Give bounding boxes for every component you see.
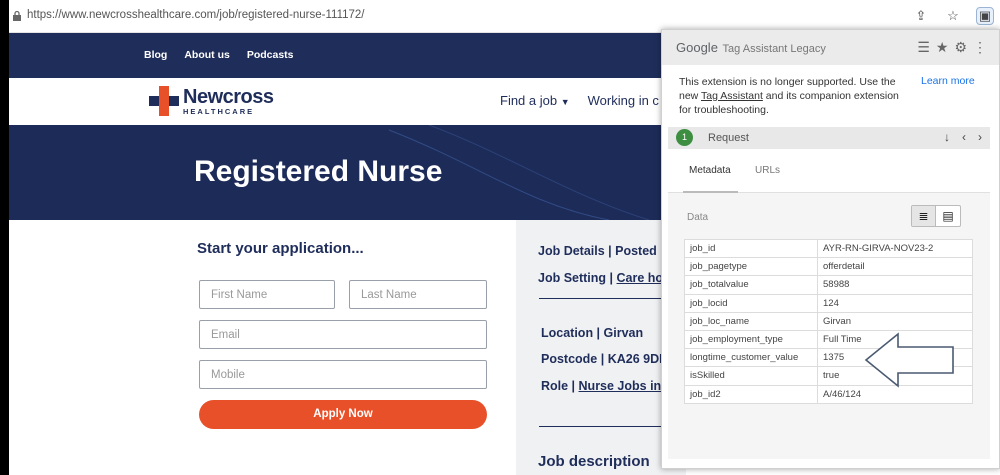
popup-title: Google Tag Assistant Legacy <box>676 40 826 55</box>
postcode-text: Postcode | KA26 9DH <box>541 352 669 366</box>
browser-window: https://www.newcrosshealthcare.com/job/r… <box>9 0 1000 475</box>
table-row: job_id AYR-RN-GIRVA-NOV23-2 <box>684 238 973 259</box>
job-setting-link[interactable]: Care ho <box>617 271 664 285</box>
row-key: job_totalvalue <box>684 275 818 295</box>
download-icon[interactable]: ↓ <box>944 130 950 144</box>
google-brand: Google <box>676 40 718 55</box>
row-key: job_loc_name <box>684 311 818 331</box>
tab-bar: Metadata URLs <box>668 149 990 193</box>
row-key: job_locid <box>684 293 818 313</box>
row-key: job_id2 <box>684 384 818 404</box>
row-key: job_pagetype <box>684 257 818 277</box>
apply-now-button[interactable]: Apply Now <box>199 400 487 429</box>
role-link[interactable]: Nurse Jobs in G <box>579 379 675 393</box>
location-text: Location | Girvan <box>541 326 644 340</box>
learn-more-link[interactable]: Learn more <box>921 75 975 87</box>
nav-link-podcasts[interactable]: Podcasts <box>247 49 294 61</box>
tab-urls[interactable]: URLs <box>755 165 780 176</box>
row-value: 124 <box>817 293 973 313</box>
popup-header: Google Tag Assistant Legacy ☰ ★ ⚙ ⋮ <box>662 30 999 65</box>
url-field[interactable]: https://www.newcrosshealthcare.com/job/r… <box>27 9 365 21</box>
first-name-input[interactable]: First Name <box>199 280 335 309</box>
cross-logo-icon <box>149 86 179 116</box>
request-badge: 1 <box>676 129 693 146</box>
extension-name: Tag Assistant Legacy <box>722 43 826 55</box>
role: Role | Nurse Jobs in G <box>541 379 674 393</box>
menu-find-a-job[interactable]: Find a job ▼ <box>500 93 570 108</box>
request-panel: Metadata URLs Data ≣ ▤ job_id AYR-RN-GIRV… <box>668 149 990 459</box>
job-setting-label: Job Setting | <box>538 271 617 285</box>
newcross-logo[interactable]: Newcross HEALTHCARE <box>149 86 274 116</box>
job-description-heading: Job description <box>538 453 650 470</box>
row-key: job_employment_type <box>684 329 818 350</box>
row-key: isSkilled <box>684 366 818 386</box>
active-tab-indicator <box>683 191 738 193</box>
table-view-icon[interactable]: ▤ <box>936 206 960 226</box>
request-bar[interactable]: 1 Request ↓ ‹ › <box>668 127 990 149</box>
table-row: job_totalvalue 58988 <box>684 275 973 295</box>
logo-sub: HEALTHCARE <box>183 106 255 116</box>
chevron-down-icon: ▼ <box>560 97 570 107</box>
divider <box>539 426 679 427</box>
arrow-left-annotation <box>864 332 954 388</box>
role-label: Role | <box>541 379 579 393</box>
row-key: job_id <box>684 238 818 259</box>
divider <box>539 298 679 299</box>
logo-name: Newcross <box>183 85 274 108</box>
nav-link-about[interactable]: About us <box>184 49 230 61</box>
star-icon[interactable]: ★ <box>936 39 949 56</box>
row-value: AYR-RN-GIRVA-NOV23-2 <box>817 238 973 259</box>
row-value: Girvan <box>817 311 973 331</box>
job-details-heading: Job Details | Posted <box>538 244 657 258</box>
job-setting: Job Setting | Care ho <box>538 271 663 285</box>
page-title: Registered Nurse <box>194 155 443 188</box>
lock-icon <box>13 10 21 21</box>
share-icon[interactable]: ⇪ <box>912 7 930 25</box>
tag-assistant-popup: Google Tag Assistant Legacy ☰ ★ ⚙ ⋮ This… <box>661 29 1000 469</box>
chevron-right-icon[interactable]: › <box>978 130 982 144</box>
data-label: Data <box>687 212 709 223</box>
form-title: Start your application... <box>197 240 364 257</box>
deprecation-notice: This extension is no longer supported. U… <box>679 75 909 117</box>
gear-icon[interactable]: ⚙ <box>954 39 967 56</box>
extension-icon[interactable]: ▣ <box>976 7 994 25</box>
row-value: offerdetail <box>817 257 973 277</box>
application-form-title: Start your application... <box>197 240 364 257</box>
more-vert-icon[interactable]: ⋮ <box>973 39 987 56</box>
tag-assistant-link[interactable]: Tag Assistant <box>701 90 763 102</box>
nav-link-blog[interactable]: Blog <box>144 49 167 61</box>
email-input[interactable]: Email <box>199 320 487 349</box>
view-toggle: ≣ ▤ <box>911 205 961 227</box>
table-row: job_locid 124 <box>684 293 973 313</box>
request-label: Request <box>708 132 749 144</box>
star-icon[interactable]: ☆ <box>944 7 962 25</box>
table-row: job_pagetype offerdetail <box>684 257 973 277</box>
menu-working[interactable]: Working in c <box>588 93 659 108</box>
filter-icon[interactable]: ☰ <box>917 39 930 56</box>
mobile-input[interactable]: Mobile <box>199 360 487 389</box>
last-name-input[interactable]: Last Name <box>349 280 487 309</box>
tab-metadata[interactable]: Metadata <box>689 165 731 176</box>
list-view-icon[interactable]: ≣ <box>912 206 936 226</box>
row-key: longtime_customer_value <box>684 348 818 368</box>
menu-find-a-job-label: Find a job <box>500 93 558 108</box>
row-value: 58988 <box>817 275 973 295</box>
table-row: job_loc_name Girvan <box>684 311 973 331</box>
chevron-left-icon[interactable]: ‹ <box>962 130 966 144</box>
